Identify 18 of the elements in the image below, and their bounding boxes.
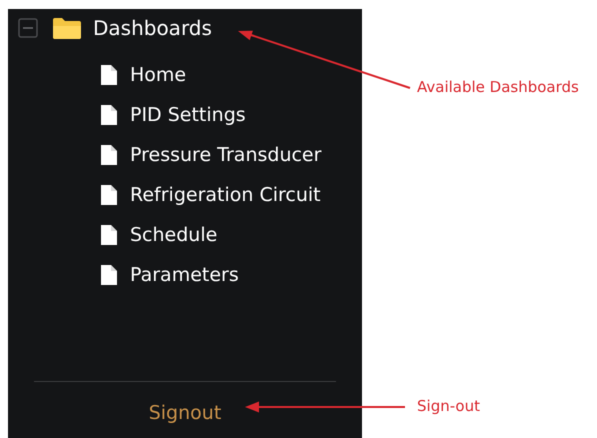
collapse-toggle-icon[interactable] <box>18 18 38 38</box>
folder-icon <box>52 16 82 40</box>
annotation-label: Sign-out <box>417 397 480 415</box>
dashboard-item[interactable]: Pressure Transducer <box>130 144 322 166</box>
document-icon <box>100 144 118 166</box>
document-icon <box>100 184 118 206</box>
dashboard-item[interactable]: Parameters <box>130 264 239 286</box>
dashboard-item[interactable]: Schedule <box>130 224 218 246</box>
annotation-label: Available Dashboards <box>417 78 579 96</box>
dashboard-item[interactable]: Home <box>130 64 186 86</box>
tree-folder-label[interactable]: Dashboards <box>93 16 212 40</box>
document-icon <box>100 104 118 126</box>
dashboard-item[interactable]: PID Settings <box>130 104 246 126</box>
document-icon <box>100 264 118 286</box>
signout-link[interactable]: Signout <box>148 402 222 424</box>
dashboard-item[interactable]: Refrigeration Circuit <box>130 184 321 206</box>
document-icon <box>100 64 118 86</box>
document-icon <box>100 224 118 246</box>
